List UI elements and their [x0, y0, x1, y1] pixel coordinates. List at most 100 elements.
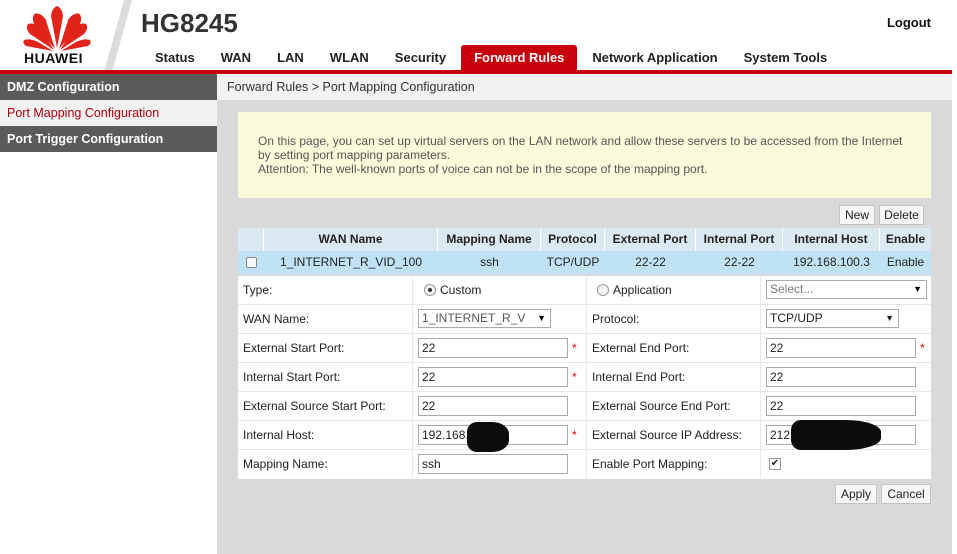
cell-wan-name: 1_INTERNET_R_VID_100	[279, 255, 423, 269]
internal-end-port-input[interactable]	[766, 367, 916, 387]
mapping-name-input[interactable]	[418, 454, 568, 474]
external-start-port-input[interactable]	[418, 338, 568, 358]
protocol-select-value: TCP/UDP	[770, 311, 823, 325]
col-external-port: External Port	[605, 228, 696, 251]
redaction-mark	[791, 420, 881, 450]
internal-end-port-label: Internal End Port:	[586, 363, 760, 391]
cell-mapping-name: ssh	[480, 255, 499, 269]
protocol-label: Protocol:	[586, 305, 760, 333]
internal-host-cell: *	[412, 421, 586, 452]
breadcrumb: Forward Rules > Port Mapping Configurati…	[217, 74, 952, 100]
cell-external-port: 22-22	[635, 255, 666, 269]
new-button[interactable]: New	[839, 205, 875, 225]
tab-network-application[interactable]: Network Application	[579, 45, 730, 70]
page-edge	[952, 0, 957, 554]
tab-security[interactable]: Security	[382, 45, 459, 70]
tab-wan[interactable]: WAN	[208, 45, 264, 70]
chevron-down-icon: ▼	[537, 313, 546, 323]
application-select-cell: Select... ▼	[760, 276, 931, 304]
enable-port-mapping-checkbox[interactable]: ✔	[769, 458, 781, 470]
mapping-table: WAN Name Mapping Name Protocol External …	[238, 228, 931, 274]
required-mark: *	[572, 341, 577, 355]
internal-host-label: Internal Host:	[243, 428, 315, 442]
form-row-wan-protocol: WAN Name: 1_INTERNET_R_V ▼ Protocol: TCP…	[238, 305, 931, 334]
application-select[interactable]: Select... ▼	[766, 280, 927, 299]
form-row-external-ports: External Start Port: * External End Port…	[238, 334, 931, 363]
tab-system-tools[interactable]: System Tools	[731, 45, 841, 70]
delete-button[interactable]: Delete	[879, 205, 924, 225]
internal-start-port-input[interactable]	[418, 367, 568, 387]
internal-start-port-cell: *	[412, 363, 586, 391]
cell-protocol: TCP/UDP	[546, 255, 600, 269]
sidebar-item-dmz[interactable]: DMZ Configuration	[0, 74, 217, 100]
sidebar-item-port-trigger[interactable]: Port Trigger Configuration	[0, 126, 217, 152]
type-label: Type:	[243, 283, 273, 297]
col-internal-port: Internal Port	[696, 228, 783, 251]
form-row-mapping-name: Mapping Name: Enable Port Mapping: ✔	[238, 450, 931, 479]
info-box: On this page, you can set up virtual ser…	[238, 112, 931, 198]
form-row-internal-ports: Internal Start Port: * Internal End Port…	[238, 363, 931, 392]
type-custom-cell: Custom	[412, 276, 586, 304]
tab-forward-rules[interactable]: Forward Rules	[461, 45, 578, 70]
external-start-port-cell: *	[412, 334, 586, 362]
table-header: WAN Name Mapping Name Protocol External …	[238, 228, 931, 251]
wan-name-label: WAN Name:	[243, 312, 310, 326]
sidebar-item-port-mapping[interactable]: Port Mapping Configuration	[0, 100, 217, 126]
external-end-port-label: External End Port:	[586, 334, 760, 362]
logo-text: HUAWEI	[24, 50, 83, 66]
application-select-value: Select...	[770, 282, 814, 296]
cell-internal-host: 192.168.100.3	[793, 255, 870, 269]
enable-port-mapping-label: Enable Port Mapping:	[586, 450, 760, 478]
required-mark: *	[572, 428, 577, 442]
col-protocol: Protocol	[541, 228, 605, 251]
logout-link[interactable]: Logout	[887, 15, 931, 30]
source-end-port-input[interactable]	[766, 396, 916, 416]
form-row-type: Type: Custom Application Select... ▼	[238, 276, 931, 305]
form-row-hosts: Internal Host: * External Source IP Addr…	[238, 420, 931, 452]
wan-name-cell: 1_INTERNET_R_V ▼	[412, 305, 586, 333]
application-radio[interactable]	[597, 283, 609, 296]
main-content: Forward Rules > Port Mapping Configurati…	[217, 74, 952, 554]
custom-radio[interactable]	[424, 283, 436, 296]
header: HUAWEI HG8245 Logout Status WAN LAN WLAN…	[0, 0, 957, 72]
main-nav: Status WAN LAN WLAN Security Forward Rul…	[142, 45, 840, 70]
cell-enable: Enable	[886, 255, 925, 269]
col-wan-name: WAN Name	[264, 228, 438, 251]
source-end-port-label: External Source End Port:	[586, 392, 760, 420]
source-start-port-label: External Source Start Port:	[243, 399, 386, 413]
apply-button[interactable]: Apply	[835, 484, 877, 504]
header-select	[238, 228, 264, 251]
model-title: HG8245	[141, 8, 238, 38]
info-line: On this page, you can set up virtual ser…	[258, 134, 903, 148]
info-attention: Attention: The well-known ports of voice…	[258, 162, 708, 176]
chevron-down-icon: ▼	[913, 284, 922, 294]
cell-internal-port: 22-22	[724, 255, 755, 269]
enable-port-mapping-cell: ✔	[760, 450, 931, 478]
internal-end-port-cell	[760, 363, 931, 391]
wan-name-select-value: 1_INTERNET_R_V	[422, 311, 526, 325]
sidebar: DMZ Configuration Port Mapping Configura…	[0, 74, 217, 554]
col-enable: Enable	[885, 232, 926, 246]
internal-start-port-label: Internal Start Port:	[243, 370, 341, 384]
redaction-mark	[467, 422, 509, 452]
tab-lan[interactable]: LAN	[264, 45, 317, 70]
protocol-select[interactable]: TCP/UDP ▼	[766, 309, 899, 328]
row-select-cell	[238, 251, 264, 274]
source-ip-label: External Source IP Address:	[586, 421, 760, 449]
application-radio-label: Application	[613, 283, 672, 297]
source-end-port-cell	[760, 392, 931, 420]
cancel-button[interactable]: Cancel	[881, 484, 931, 504]
table-row[interactable]: 1_INTERNET_R_VID_100 ssh TCP/UDP 22-22 2…	[238, 251, 931, 274]
source-start-port-cell	[412, 392, 586, 420]
tab-status[interactable]: Status	[142, 45, 208, 70]
wan-name-select[interactable]: 1_INTERNET_R_V ▼	[418, 309, 551, 328]
external-end-port-input[interactable]	[766, 338, 916, 358]
mapping-name-cell	[412, 450, 586, 478]
protocol-cell: TCP/UDP ▼	[760, 305, 931, 333]
external-end-port-cell: *	[760, 334, 931, 362]
source-start-port-input[interactable]	[418, 396, 568, 416]
tab-wlan[interactable]: WLAN	[317, 45, 382, 70]
row-checkbox[interactable]	[245, 257, 257, 269]
mapping-name-label: Mapping Name:	[243, 457, 328, 471]
chevron-down-icon: ▼	[885, 313, 894, 323]
